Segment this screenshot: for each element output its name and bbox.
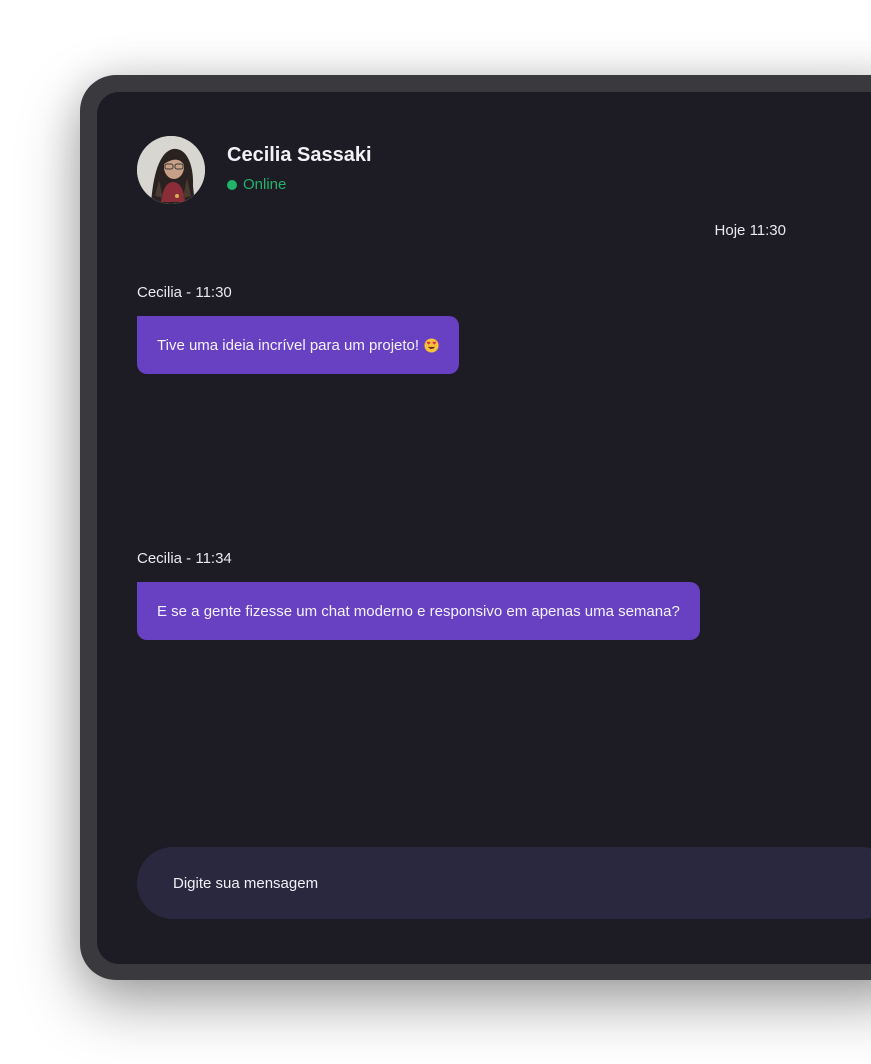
online-dot-icon [227, 179, 237, 190]
message-composer [137, 847, 871, 919]
stage: Cecilia Sassaki Online Hoje 11:30 Cecili… [0, 0, 871, 1064]
message-bubble[interactable]: Tive uma ideia incrível para um projeto! [137, 316, 460, 374]
message-input[interactable] [171, 873, 775, 893]
avatar-photo-icon [137, 136, 205, 204]
online-status-label: Online [243, 176, 287, 193]
heart-eyes-emoji-icon [424, 337, 439, 353]
message-text: Tive uma ideia incrível para um projeto! [157, 336, 420, 354]
message-meta: Cecilia - 11:30 [137, 284, 232, 301]
message-text: E se a gente fizesse um chat moderno e r… [157, 602, 680, 620]
contact-name: Cecilia Sassaki [227, 144, 372, 166]
online-status: Online [227, 176, 286, 193]
date-separator: Hoje 11:30 [714, 222, 786, 239]
message-bubble[interactable]: E se a gente fizesse um chat moderno e r… [137, 582, 700, 640]
message-meta: Cecilia - 11:34 [137, 550, 232, 567]
contact-avatar[interactable] [137, 136, 205, 204]
